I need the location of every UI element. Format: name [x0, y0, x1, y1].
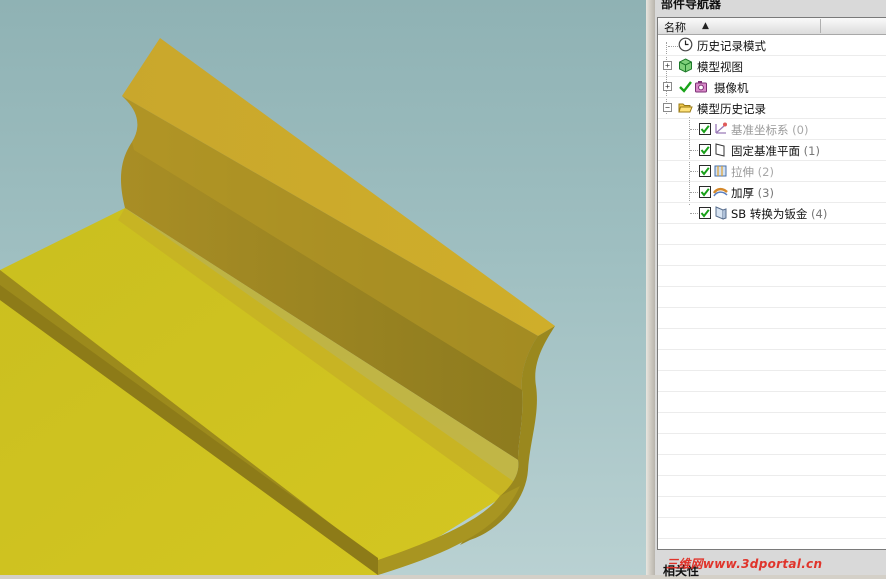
feature-name: 加厚: [731, 186, 754, 200]
visibility-checkbox[interactable]: [699, 123, 711, 135]
tree-item-cameras[interactable]: + 摄像机: [658, 77, 886, 98]
empty-row: [658, 287, 886, 308]
feature-index: (0): [792, 123, 809, 137]
column-header-name[interactable]: 名称 ▲: [658, 18, 886, 35]
empty-row: [658, 455, 886, 476]
visibility-checkbox[interactable]: [699, 186, 711, 198]
tree-item-label: SB 转换为钣金 (4): [731, 206, 827, 222]
datum-plane-icon: [713, 142, 728, 157]
empty-row: [658, 392, 886, 413]
tree-item-label: 加厚 (3): [731, 185, 774, 201]
empty-row: [658, 329, 886, 350]
datum-csys-icon: [713, 121, 728, 136]
tree-connector: [690, 129, 698, 130]
sheet-metal-part-model[interactable]: [0, 0, 646, 575]
expand-icon[interactable]: +: [663, 82, 672, 91]
column-name-label: 名称: [664, 21, 686, 34]
tree-item-model-history[interactable]: − 模型历史记录: [658, 98, 886, 119]
tree-item-label: 历史记录模式: [697, 39, 766, 53]
empty-list-area: [658, 224, 886, 549]
feature-name: 拉伸: [731, 165, 754, 179]
feature-name: 基准坐标系: [731, 123, 789, 137]
tree-connector: [690, 150, 698, 151]
empty-row: [658, 371, 886, 392]
feature-name: 固定基准平面: [731, 144, 800, 158]
expand-icon[interactable]: +: [663, 61, 672, 70]
open-folder-icon: [678, 100, 693, 115]
feature-index: (3): [757, 186, 774, 200]
sort-ascending-icon: ▲: [702, 21, 709, 31]
tree-connector: [690, 171, 698, 172]
camera-icon: [694, 79, 709, 94]
feature-index: (1): [803, 144, 820, 158]
column-divider[interactable]: [820, 19, 821, 33]
thicken-icon: [712, 184, 728, 199]
tree-item-model-views[interactable]: + 模型视图: [658, 56, 886, 77]
visibility-checkbox[interactable]: [699, 165, 711, 177]
empty-row: [658, 539, 886, 549]
panel-title: 部件导航器: [661, 0, 722, 11]
clock-icon: [678, 37, 693, 52]
empty-row: [658, 308, 886, 329]
empty-row: [658, 497, 886, 518]
collapse-icon[interactable]: −: [663, 103, 672, 112]
part-navigator-panel: 部件导航器 名称 ▲ 历史记录模式 + 模型视图 + 摄像机 − 模型历史记录 …: [655, 0, 886, 578]
green-check-icon: [678, 79, 693, 94]
tree-item-history-mode[interactable]: 历史记录模式: [658, 35, 886, 56]
empty-row: [658, 266, 886, 287]
panel-splitter[interactable]: [646, 0, 655, 575]
views-cube-icon: [678, 58, 693, 73]
tree-item-label: 固定基准平面 (1): [731, 143, 820, 159]
tree-item-label: 拉伸 (2): [731, 164, 774, 180]
tree-item-feature-datum-csys[interactable]: 基准坐标系 (0): [658, 119, 886, 140]
tree-item-label: 摄像机: [714, 81, 749, 95]
tree-item-label: 模型视图: [697, 60, 743, 74]
empty-row: [658, 518, 886, 539]
tree-item-label: 模型历史记录: [697, 102, 766, 116]
feature-index: (2): [757, 165, 774, 179]
feature-tree[interactable]: 名称 ▲ 历史记录模式 + 模型视图 + 摄像机 − 模型历史记录 基准坐标系 …: [657, 17, 886, 550]
empty-row: [658, 434, 886, 455]
extrude-icon: [713, 163, 728, 178]
tree-item-label: 基准坐标系 (0): [731, 122, 808, 138]
tree-item-feature-convert-to-sheet-metal[interactable]: SB 转换为钣金 (4): [658, 203, 886, 224]
sheet-metal-convert-icon: [713, 205, 728, 220]
empty-row: [658, 224, 886, 245]
tree-connector: [690, 213, 698, 214]
empty-row: [658, 350, 886, 371]
empty-row: [658, 413, 886, 434]
site-watermark: 三维网www.3dportal.cn: [666, 557, 823, 571]
empty-row: [658, 245, 886, 266]
visibility-checkbox[interactable]: [699, 207, 711, 219]
tree-connector: [690, 192, 698, 193]
visibility-checkbox[interactable]: [699, 144, 711, 156]
graphics-viewport[interactable]: [0, 0, 646, 575]
tree-item-feature-datum-plane[interactable]: 固定基准平面 (1): [658, 140, 886, 161]
tree-item-feature-thicken[interactable]: 加厚 (3): [658, 182, 886, 203]
empty-row: [658, 476, 886, 497]
feature-name: SB 转换为钣金: [731, 207, 808, 221]
tree-item-feature-extrude[interactable]: 拉伸 (2): [658, 161, 886, 182]
feature-index: (4): [811, 207, 828, 221]
